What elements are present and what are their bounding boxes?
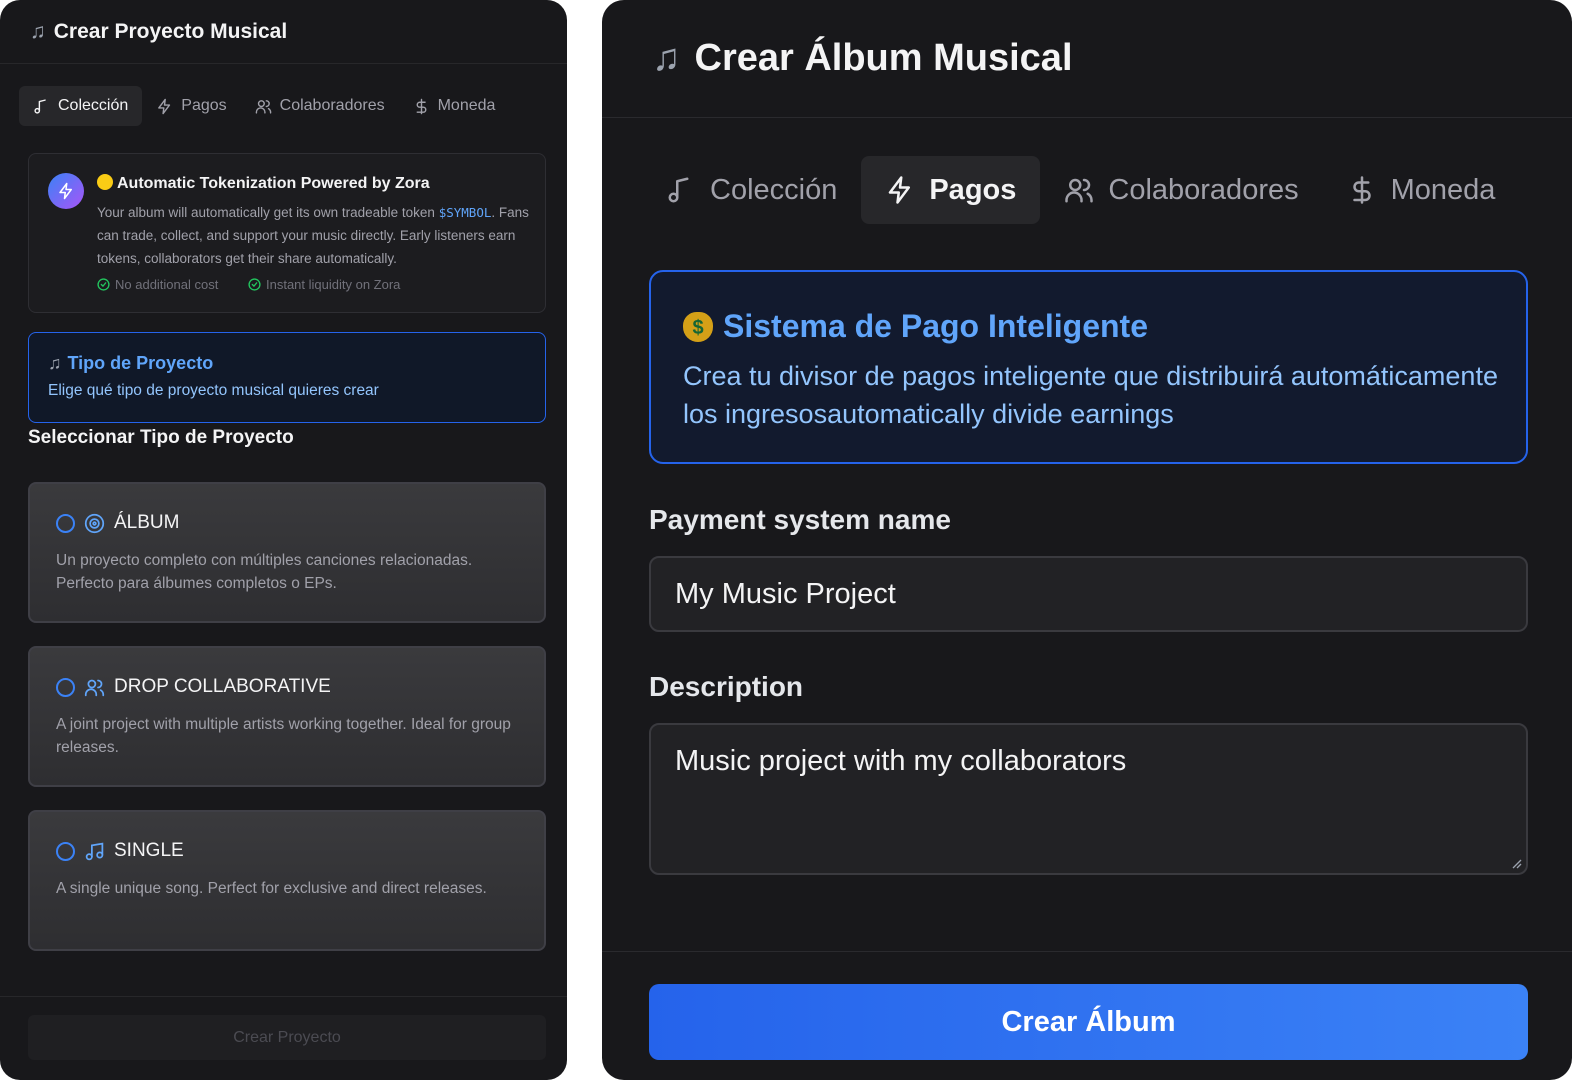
description-textarea[interactable]: Music project with my collaborators bbox=[649, 723, 1528, 875]
payment-name-input[interactable]: My Music Project bbox=[649, 556, 1528, 632]
tab-label: Moneda bbox=[1390, 173, 1496, 206]
feature-no-cost: No additional cost bbox=[97, 277, 218, 292]
music-note-icon: ♫ bbox=[48, 353, 62, 373]
create-album-panel: ♫ Crear Álbum Musical Colección Pagos Co… bbox=[602, 0, 1572, 1080]
tab-moneda[interactable]: Moneda bbox=[1323, 156, 1520, 224]
coin-icon bbox=[97, 174, 113, 190]
description-value: Music project with my collaborators bbox=[675, 745, 1127, 777]
check-circle-icon bbox=[97, 278, 110, 291]
feature-liquidity: Instant liquidity on Zora bbox=[248, 277, 400, 292]
option-title: SINGLE bbox=[114, 840, 184, 861]
radio-button[interactable] bbox=[56, 513, 75, 533]
option-description: A joint project with multiple artists wo… bbox=[56, 716, 511, 756]
smart-payment-title: $ Sistema de Pago Inteligente bbox=[683, 308, 1494, 345]
page-title: Crear Proyecto Musical bbox=[53, 19, 288, 43]
create-project-button[interactable]: Crear Proyecto bbox=[28, 1015, 546, 1060]
music-notes-icon bbox=[85, 842, 104, 860]
feature-label: Instant liquidity on Zora bbox=[266, 277, 401, 292]
select-heading: Seleccionar Tipo de Proyecto bbox=[28, 427, 294, 448]
tab-coleccion[interactable]: Colección bbox=[642, 156, 861, 224]
dollar-icon bbox=[416, 98, 427, 114]
panel-header: ♫ Crear Álbum Musical bbox=[602, 0, 1572, 118]
resize-handle-icon[interactable] bbox=[1510, 857, 1522, 869]
panel-header: ♫ Crear Proyecto Musical bbox=[0, 0, 567, 64]
option-single[interactable]: SINGLE A single unique song. Perfect for… bbox=[28, 810, 546, 951]
money-bag-icon: $ bbox=[683, 311, 713, 342]
tab-moneda[interactable]: Moneda bbox=[399, 86, 510, 126]
zora-description: Your album will automatically get its ow… bbox=[97, 201, 537, 270]
users-icon bbox=[1065, 178, 1094, 203]
tab-colaboradores[interactable]: Colaboradores bbox=[1040, 156, 1322, 224]
users-icon bbox=[255, 99, 271, 114]
tab-bar: Colección Pagos Colaboradores Moneda bbox=[19, 86, 509, 126]
zora-title: Automatic Tokenization Powered by Zora bbox=[97, 174, 430, 193]
project-type-description: Elige qué tipo de proyecto musical quier… bbox=[48, 382, 379, 399]
option-description: Un proyecto completo con múltiples canci… bbox=[56, 552, 473, 592]
tab-bar: Colección Pagos Colaboradores Moneda bbox=[642, 156, 1519, 224]
payment-name-value: My Music Project bbox=[675, 577, 896, 610]
payment-name-label: Payment system name bbox=[649, 504, 951, 535]
tab-coleccion[interactable]: Colección bbox=[19, 86, 143, 126]
tab-label: Colección bbox=[58, 97, 129, 114]
zora-tokenization-card: Automatic Tokenization Powered by Zora Y… bbox=[28, 153, 546, 313]
project-type-title: ♫ Tipo de Proyecto bbox=[48, 353, 526, 374]
create-album-button[interactable]: Crear Álbum bbox=[649, 984, 1528, 1060]
tab-label: Colaboradores bbox=[279, 97, 385, 114]
tab-pagos[interactable]: Pagos bbox=[142, 86, 240, 126]
option-drop-collaborative[interactable]: DROP COLLABORATIVE A joint project with … bbox=[28, 646, 546, 787]
radio-button[interactable] bbox=[56, 677, 75, 697]
smart-payment-title-text: Sistema de Pago Inteligente bbox=[723, 308, 1148, 344]
music-note-icon bbox=[668, 177, 689, 203]
tab-colaboradores[interactable]: Colaboradores bbox=[241, 86, 399, 126]
lightning-icon bbox=[889, 176, 911, 204]
dollar-icon bbox=[1352, 176, 1371, 204]
music-note-icon: ♫ bbox=[30, 19, 46, 43]
check-circle-icon bbox=[248, 278, 261, 291]
create-project-panel: ♫ Crear Proyecto Musical Colección Pagos… bbox=[0, 0, 567, 1080]
tab-label: Colección bbox=[710, 173, 838, 206]
description-label: Description bbox=[649, 671, 804, 702]
option-album[interactable]: ÁLBUM Un proyecto completo con múltiples… bbox=[28, 482, 546, 623]
option-title: DROP COLLABORATIVE bbox=[114, 676, 331, 697]
tab-label: Pagos bbox=[181, 97, 227, 114]
token-symbol: $SYMBOL bbox=[438, 205, 492, 220]
smart-payment-info: $ Sistema de Pago Inteligente Crea tu di… bbox=[649, 270, 1528, 464]
tab-pagos[interactable]: Pagos bbox=[861, 156, 1041, 224]
page-title: Crear Álbum Musical bbox=[694, 37, 1073, 79]
project-type-info: ♫ Tipo de Proyecto Elige qué tipo de pro… bbox=[28, 332, 546, 423]
radio-button[interactable] bbox=[56, 841, 75, 861]
feature-label: No additional cost bbox=[115, 277, 219, 292]
music-note-icon: ♫ bbox=[652, 37, 681, 79]
smart-payment-description: Crea tu divisor de pagos inteligente que… bbox=[683, 361, 1498, 429]
disc-icon bbox=[84, 513, 105, 533]
zora-title-text: Automatic Tokenization Powered by Zora bbox=[117, 175, 430, 192]
tab-label: Moneda bbox=[437, 97, 496, 114]
option-description: A single unique song. Perfect for exclus… bbox=[56, 880, 487, 897]
lightning-icon bbox=[158, 98, 171, 114]
option-title: ÁLBUM bbox=[114, 512, 180, 533]
project-type-title-text: Tipo de Proyecto bbox=[67, 353, 214, 373]
users-icon bbox=[84, 679, 105, 696]
tab-label: Colaboradores bbox=[1108, 173, 1299, 206]
music-note-icon bbox=[34, 98, 46, 114]
tab-label: Pagos bbox=[929, 173, 1017, 206]
lightning-icon bbox=[48, 173, 84, 209]
zora-text-pre: Your album will automatically get its ow… bbox=[97, 205, 439, 220]
